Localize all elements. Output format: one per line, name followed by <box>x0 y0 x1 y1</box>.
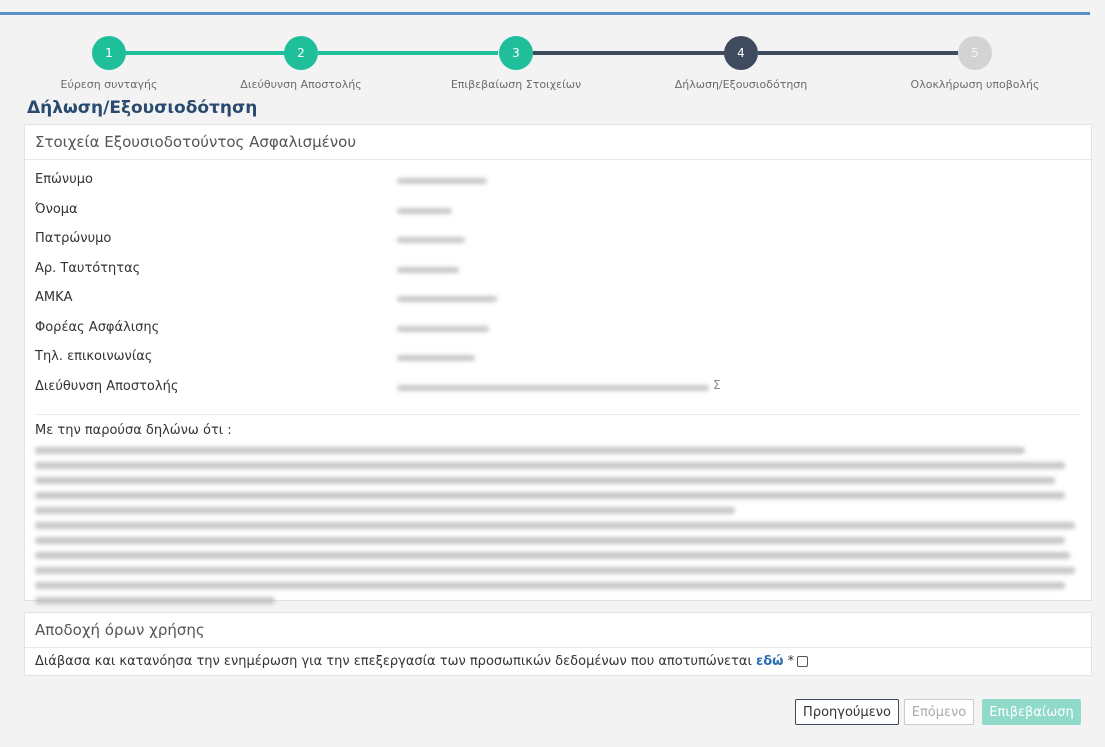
field-label: Αρ. Ταυτότητας <box>35 260 141 276</box>
redacted-declaration-line <box>35 537 1065 544</box>
redacted-declaration-line <box>35 597 275 604</box>
stepper-connector-3-4 <box>533 51 733 55</box>
step-5-label: Ολοκλήρωση υποβολής <box>910 78 1040 91</box>
declaration-section: Με την παρούσα δηλώνω ότι : <box>35 414 1081 611</box>
redacted-value <box>397 384 709 391</box>
redacted-declaration-line <box>35 552 1070 559</box>
redacted-value <box>397 266 459 273</box>
step-2-circle: 2 <box>284 36 318 70</box>
terms-acceptance-row: Διάβασα και κατανόησα την ενημέρωση για … <box>25 648 1091 677</box>
field-label: Τηλ. επικοινωνίας <box>35 349 153 364</box>
redacted-value <box>397 178 487 184</box>
field-label: ΑΜΚΑ <box>35 290 73 305</box>
previous-button[interactable]: Προηγούμενο <box>795 699 899 725</box>
field-row-insurer: Φορέας Ασφάλισης <box>25 316 1091 346</box>
redacted-value <box>397 325 489 332</box>
redacted-value <box>397 355 475 361</box>
redacted-declaration-line <box>35 447 1025 454</box>
redacted-declaration-line <box>35 567 1075 574</box>
redacted-value <box>397 296 497 302</box>
confirm-button[interactable]: Επιβεβαίωση <box>982 699 1081 725</box>
terms-link[interactable]: εδώ <box>756 654 783 669</box>
field-label: Όνομα <box>35 201 78 217</box>
field-row-father-name: Πατρώνυμο <box>25 227 1091 257</box>
stepper-connector-2-3 <box>318 51 498 55</box>
field-label: Πατρώνυμο <box>35 231 112 246</box>
field-row-address: Διεύθυνση Αποστολής Σ <box>25 375 1091 405</box>
stepper-connector-1-2 <box>125 51 300 55</box>
step-3-label: Επιβεβαίωση Στοιχείων <box>450 78 582 91</box>
redacted-value <box>397 237 465 243</box>
step-1-label: Εύρεση συνταγής <box>60 78 158 91</box>
field-row-phone: Τηλ. επικοινωνίας <box>25 345 1091 375</box>
step-3-circle: 3 <box>499 36 533 70</box>
insured-panel-title: Στοιχεία Εξουσιοδοτούντος Ασφαλισμένου <box>25 125 1091 160</box>
stepper-connector-4-5 <box>758 51 958 55</box>
field-row-surname: Επώνυμο <box>25 168 1091 198</box>
step-2-label: Διεύθυνση Αποστολής <box>240 78 362 91</box>
top-accent-line <box>0 12 1090 15</box>
redacted-declaration-line <box>35 582 1065 589</box>
declaration-label: Με την παρούσα δηλώνω ότι : <box>35 423 232 438</box>
redacted-declaration-line <box>35 522 1075 529</box>
step-4-label: Δήλωση/Εξουσιοδότηση <box>674 78 808 91</box>
field-row-amka: ΑΜΚΑ <box>25 286 1091 316</box>
terms-panel-title: Αποδοχή όρων χρήσης <box>25 613 1091 648</box>
terms-panel: Αποδοχή όρων χρήσης Διάβασα και κατανόησ… <box>24 612 1092 676</box>
field-label: Διεύθυνση Αποστολής <box>35 378 179 394</box>
redacted-declaration-line <box>35 477 1055 484</box>
address-suffix: Σ <box>713 377 721 392</box>
page-title: Δήλωση/Εξουσιοδότηση <box>27 98 258 118</box>
next-button[interactable]: Επόμενο <box>904 699 974 725</box>
redacted-value <box>397 207 452 214</box>
insured-fields: Επώνυμο Όνομα Πατρώνυμο Αρ. Ταυτότητας Α… <box>25 160 1091 404</box>
required-mark: * <box>787 654 795 669</box>
step-5-circle: 5 <box>958 36 992 70</box>
step-1-circle: 1 <box>92 36 126 70</box>
redacted-declaration-line <box>35 462 1065 469</box>
field-label: Φορέας Ασφάλισης <box>35 319 160 335</box>
field-label: Επώνυμο <box>35 172 93 187</box>
insured-details-panel: Στοιχεία Εξουσιοδοτούντος Ασφαλισμένου Ε… <box>24 124 1092 604</box>
redacted-declaration-line <box>35 492 1065 499</box>
redacted-declaration-line <box>35 507 735 514</box>
field-row-id-number: Αρ. Ταυτότητας <box>25 257 1091 287</box>
terms-text: Διάβασα και κατανόησα την ενημέρωση για … <box>35 654 752 669</box>
field-row-name: Όνομα <box>25 198 1091 228</box>
step-4-circle: 4 <box>724 36 758 70</box>
progress-stepper: 1 2 3 4 5 Εύρεση συνταγής Διεύθυνση Αποσ… <box>0 30 1105 100</box>
accept-terms-checkbox[interactable] <box>797 656 809 667</box>
